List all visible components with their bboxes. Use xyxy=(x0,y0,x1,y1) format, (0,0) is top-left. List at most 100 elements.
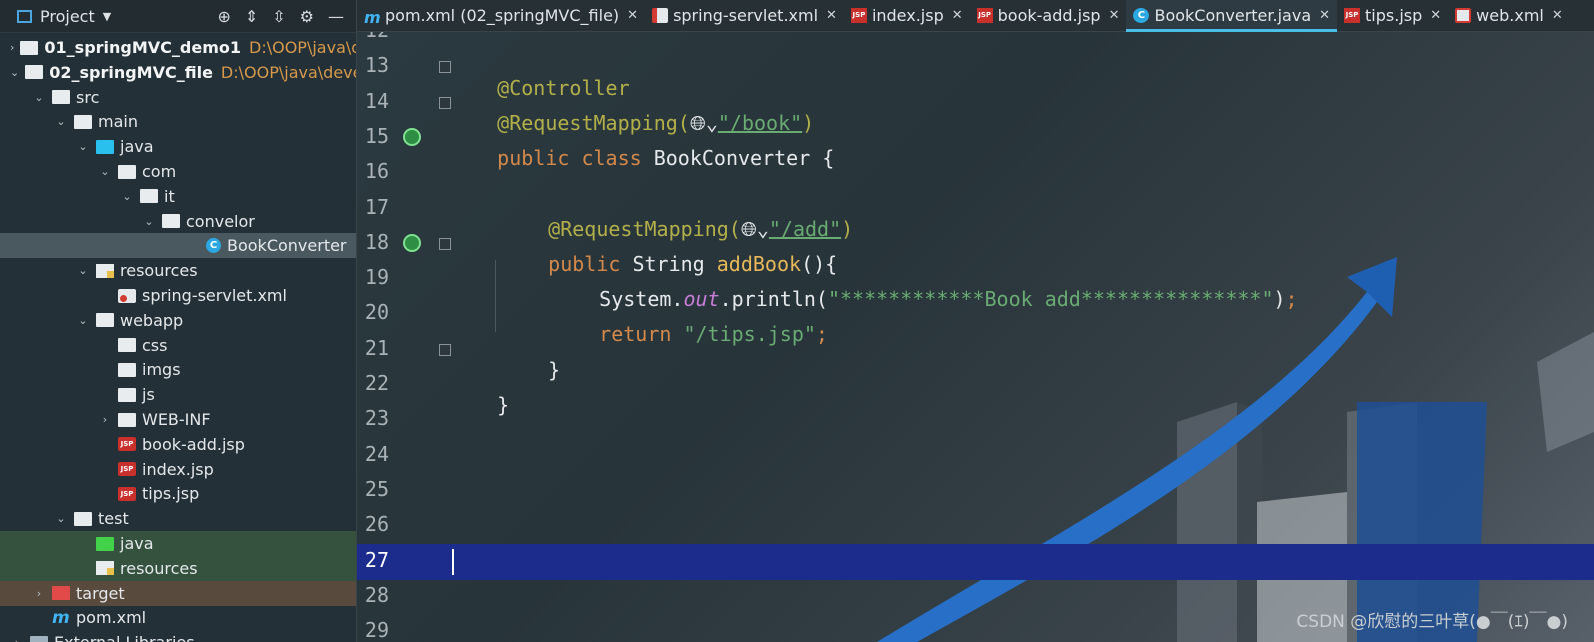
chevron-down-icon[interactable]: ⌄ xyxy=(98,165,112,178)
tree-item-label: spring-servlet.xml xyxy=(142,286,287,305)
chevron-down-icon[interactable]: ⌄ xyxy=(54,512,68,525)
tree-item[interactable]: java xyxy=(0,531,356,556)
editor-tab[interactable]: web.xml ✕ xyxy=(1448,0,1570,31)
editor-tab[interactable]: JSP tips.jsp ✕ xyxy=(1337,0,1448,31)
tree-item[interactable]: › target xyxy=(0,580,356,606)
code-line-22[interactable]: } xyxy=(449,369,509,441)
chevron-down-icon[interactable]: ⌄ xyxy=(76,264,90,277)
tree-item-label: External Libraries xyxy=(54,633,195,642)
spring-bean-gutter-icon[interactable] xyxy=(403,127,421,146)
line-number[interactable]: 18 xyxy=(357,230,389,254)
line-number[interactable]: 28 xyxy=(357,583,389,607)
chevron-right-icon[interactable]: › xyxy=(10,636,24,642)
package-icon xyxy=(162,214,180,229)
editor-tab[interactable]: JSP index.jsp ✕ xyxy=(844,0,970,31)
tree-item[interactable]: resources xyxy=(0,555,356,581)
project-view-selector[interactable]: Project ▼ xyxy=(17,7,111,26)
close-icon[interactable]: ✕ xyxy=(627,8,638,23)
minimize-icon[interactable]: — xyxy=(328,7,344,26)
project-panel: Project ▼ ⊕ ⇕ ⇳ ⚙ — › 01_springMVC_demo1 D… xyxy=(0,0,357,642)
tree-item[interactable]: C BookConverter xyxy=(0,233,356,259)
chevron-down-icon[interactable]: ⌄ xyxy=(10,66,19,79)
line-number[interactable]: 12 xyxy=(357,32,389,42)
tree-item[interactable]: ⌄ main xyxy=(0,109,356,134)
tree-item[interactable]: ⌄ webapp xyxy=(0,308,356,333)
tree-item[interactable]: ⌄ 02_springMVC_file D:\OOP\java\deve xyxy=(0,60,356,85)
line-number[interactable]: 27 xyxy=(357,548,389,572)
line-number[interactable]: 22 xyxy=(357,371,389,395)
editor-tab[interactable]: m pom.xml (02_springMVC_file) ✕ xyxy=(357,0,645,31)
tree-item[interactable]: ⌄ it xyxy=(0,184,356,209)
line-number[interactable]: 24 xyxy=(357,442,389,466)
tree-item[interactable]: ⌄ java xyxy=(0,134,356,159)
chevron-down-icon: ▼ xyxy=(102,9,112,23)
gear-icon[interactable]: ⚙ xyxy=(300,7,314,26)
line-number[interactable]: 29 xyxy=(357,618,389,642)
jsp-file-icon: JSP xyxy=(118,486,136,501)
tree-item[interactable]: ⌄ resources xyxy=(0,258,356,283)
tree-item[interactable]: spring-servlet.xml xyxy=(0,283,356,308)
chevron-down-icon[interactable]: ⌄ xyxy=(32,91,46,104)
close-icon[interactable]: ✕ xyxy=(1430,8,1441,23)
tree-item[interactable]: m pom.xml xyxy=(0,605,356,630)
line-number[interactable]: 23 xyxy=(357,406,389,430)
watermark: CSDN @欣慰的三叶草(●￣(ｴ)￣●) xyxy=(1296,612,1568,632)
tree-item[interactable]: JSP book-add.jsp xyxy=(0,432,356,457)
tree-item-label: target xyxy=(76,583,125,603)
chevron-down-icon[interactable]: ⌄ xyxy=(54,115,68,128)
tree-item-label: src xyxy=(76,87,100,107)
tree-item[interactable]: › WEB-INF xyxy=(0,407,356,432)
chevron-down-icon[interactable]: ⌄ xyxy=(120,190,134,203)
locate-icon[interactable]: ⊕ xyxy=(217,7,230,26)
line-number[interactable]: 14 xyxy=(357,89,389,113)
keyword: return xyxy=(599,322,684,346)
tree-item[interactable]: JSP tips.jsp xyxy=(0,481,356,506)
chevron-right-icon[interactable]: › xyxy=(98,413,112,426)
line-number[interactable]: 20 xyxy=(357,300,389,324)
chevron-down-icon[interactable]: ⌄ xyxy=(76,140,90,153)
collapse-all-icon[interactable]: ⇳ xyxy=(272,7,285,26)
tree-item[interactable]: js xyxy=(0,382,356,407)
tree-item[interactable]: ⌄ convelor xyxy=(0,209,356,234)
expand-all-icon[interactable]: ⇕ xyxy=(245,7,258,26)
close-icon[interactable]: ✕ xyxy=(1319,8,1330,23)
tree-item[interactable]: imgs xyxy=(0,357,356,382)
fold-marker-icon[interactable] xyxy=(439,237,451,250)
close-icon[interactable]: ✕ xyxy=(952,8,963,23)
code-editor[interactable]: 121314151617181920212223242526272829 @Co… xyxy=(357,32,1594,642)
line-number[interactable]: 25 xyxy=(357,477,389,501)
chevron-right-icon[interactable]: › xyxy=(10,41,14,54)
tree-item-label: imgs xyxy=(142,360,181,380)
fold-marker-icon[interactable] xyxy=(439,343,451,356)
code-line-20[interactable]: return "/tips.jsp"; xyxy=(551,298,828,370)
line-number[interactable]: 21 xyxy=(357,336,389,360)
line-number[interactable]: 19 xyxy=(357,265,389,289)
editor-tab-label: tips.jsp xyxy=(1365,6,1423,25)
chevron-down-icon[interactable]: ⌄ xyxy=(142,215,156,228)
line-number[interactable]: 16 xyxy=(357,159,389,183)
tree-item[interactable]: css xyxy=(0,333,356,358)
tree-item[interactable]: JSP index.jsp xyxy=(0,457,356,482)
jsp-file-icon: JSP xyxy=(118,437,136,452)
line-number[interactable]: 15 xyxy=(357,124,389,148)
tree-item[interactable]: ⌄ com xyxy=(0,159,356,184)
tree-item[interactable]: ⌄ src xyxy=(0,85,356,110)
editor-tab[interactable]: JSP book-add.jsp ✕ xyxy=(970,0,1127,31)
chevron-right-icon[interactable]: › xyxy=(32,587,46,600)
close-icon[interactable]: ✕ xyxy=(1109,8,1120,23)
editor-tab[interactable]: C BookConverter.java ✕ xyxy=(1126,0,1338,32)
close-icon[interactable]: ✕ xyxy=(1552,8,1563,23)
close-icon[interactable]: ✕ xyxy=(826,8,837,23)
line-number[interactable]: 26 xyxy=(357,512,389,536)
line-number[interactable]: 13 xyxy=(357,53,389,77)
chevron-down-icon[interactable]: ⌄ xyxy=(76,314,90,327)
tree-item[interactable]: › External Libraries xyxy=(0,630,356,642)
tree-item[interactable]: ⌄ test xyxy=(0,506,356,531)
code-line-15[interactable]: public class BookConverter { xyxy=(449,122,834,194)
string-literal: "************Book add***************" xyxy=(827,287,1274,311)
line-number[interactable]: 17 xyxy=(357,195,389,219)
spring-bean-gutter-icon[interactable] xyxy=(403,233,421,252)
tree-item-label: book-add.jsp xyxy=(142,434,245,454)
tree-item[interactable]: › 01_springMVC_demo1 D:\OOP\java\d xyxy=(0,35,356,60)
editor-tab[interactable]: spring-servlet.xml ✕ xyxy=(645,0,844,31)
